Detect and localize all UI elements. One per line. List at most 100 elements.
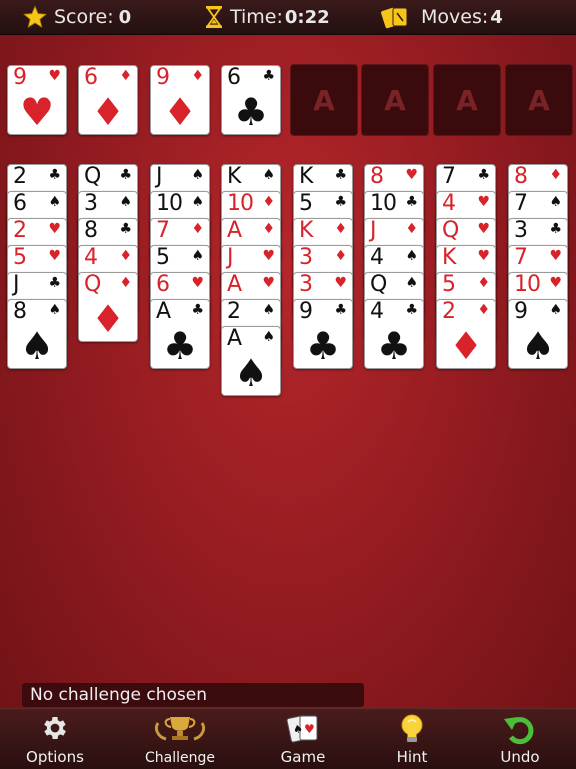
playing-card[interactable]: Q ♦ ♦: [78, 272, 138, 342]
time-value: 0:22: [284, 6, 330, 28]
card-suit-center: ♠: [520, 324, 556, 368]
card-suit-pip: ♠: [119, 194, 132, 210]
card-suit-pip: ♣: [405, 194, 418, 210]
foundation-slot[interactable]: A: [290, 64, 358, 136]
score-value: 0: [118, 6, 132, 28]
challenge-button[interactable]: Challenge: [130, 709, 230, 769]
card-rank: 5: [442, 272, 456, 297]
playing-card[interactable]: 2 ♦ ♦: [436, 299, 496, 369]
card-suit-pip: ♥: [549, 248, 562, 264]
card-rank: 4: [370, 245, 384, 270]
card-rank: 10: [370, 191, 397, 216]
challenge-label: Challenge: [145, 750, 215, 766]
options-button[interactable]: Options: [5, 709, 105, 769]
card-rank: 8: [13, 299, 27, 324]
status-bar: Score: 0 Time: 0:22 Moves: 4: [0, 0, 576, 35]
game-button[interactable]: ♠ ♥ Game: [253, 709, 353, 769]
card-rank: Q: [84, 164, 101, 189]
trophy-icon: [154, 717, 206, 741]
card-rank: K: [227, 164, 241, 189]
card-suit-center: ♦: [90, 297, 126, 341]
card-rank: J: [13, 272, 19, 297]
card-rank: 2: [13, 218, 27, 243]
card-rank: 9: [13, 65, 27, 90]
card-suit-pip: ♥: [477, 248, 490, 264]
card-rank: 5: [299, 191, 313, 216]
lightbulb-icon: [401, 714, 423, 742]
playing-card[interactable]: 9 ♣ ♣: [293, 299, 353, 369]
card-rank: A: [156, 299, 171, 324]
card-suit-pip: ♦: [477, 302, 490, 318]
card-rank: 2: [227, 299, 241, 324]
card-suit-pip: ♦: [405, 221, 418, 237]
card-suit-pip: ♦: [119, 248, 132, 264]
card-suit-pip: ♦: [477, 275, 490, 291]
game-label: Game: [280, 748, 326, 766]
card-suit-pip: ♦: [191, 221, 204, 237]
playing-card[interactable]: A ♣ ♣: [150, 299, 210, 369]
foundation-slot[interactable]: A: [433, 64, 501, 136]
card-suit-pip: ♥: [549, 275, 562, 291]
playing-card[interactable]: 9 ♥ ♥: [7, 65, 67, 135]
playing-card[interactable]: 9 ♦ ♦: [150, 65, 210, 135]
card-rank: 6: [84, 65, 98, 90]
card-suit-pip: ♣: [48, 275, 61, 291]
card-suit-center: ♠: [233, 351, 269, 395]
card-rank: A: [227, 272, 242, 297]
card-rank: 4: [370, 299, 384, 324]
card-suit-pip: ♦: [119, 68, 132, 84]
card-rank: 5: [156, 245, 170, 270]
card-suit-pip: ♣: [334, 194, 347, 210]
card-rank: 7: [156, 218, 170, 243]
card-rank: 3: [299, 245, 313, 270]
time-label: Time:: [230, 6, 283, 28]
card-rank: 8: [84, 218, 98, 243]
card-suit-center: ♦: [90, 90, 126, 134]
card-suit-pip: ♠: [405, 275, 418, 291]
card-rank: Q: [84, 272, 101, 297]
card-rank: J: [227, 245, 233, 270]
card-suit-center: ♠: [19, 324, 55, 368]
card-suit-pip: ♣: [334, 167, 347, 183]
card-suit-center: ♦: [448, 324, 484, 368]
card-rank: 6: [156, 272, 170, 297]
star-icon: [23, 5, 47, 28]
foundation-slot[interactable]: A: [505, 64, 573, 136]
card-rank: Q: [442, 218, 459, 243]
svg-text:♥: ♥: [304, 722, 315, 736]
undo-button[interactable]: Undo: [470, 709, 570, 769]
card-suit-pip: ♠: [262, 329, 275, 345]
card-rank: 8: [514, 164, 528, 189]
card-suit-pip: ♠: [262, 302, 275, 318]
card-suit-pip: ♠: [48, 302, 61, 318]
playing-card[interactable]: 6 ♣ ♣: [221, 65, 281, 135]
card-suit-center: ♣: [305, 324, 341, 368]
playing-card[interactable]: 8 ♠ ♠: [7, 299, 67, 369]
playing-card[interactable]: 4 ♣ ♣: [364, 299, 424, 369]
card-rank: K: [299, 164, 313, 189]
playing-card[interactable]: 9 ♠ ♠: [508, 299, 568, 369]
moves-label: Moves:: [421, 6, 489, 28]
card-suit-pip: ♣: [119, 221, 132, 237]
card-suit-pip: ♥: [48, 68, 61, 84]
card-suit-center: ♦: [162, 90, 198, 134]
foundation-slot[interactable]: A: [361, 64, 429, 136]
playing-card[interactable]: 6 ♦ ♦: [78, 65, 138, 135]
card-suit-center: ♣: [233, 90, 269, 134]
card-rank: 6: [227, 65, 241, 90]
card-rank: 5: [13, 245, 27, 270]
card-rank: 10: [156, 191, 183, 216]
card-suit-pip: ♣: [477, 167, 490, 183]
card-suit-pip: ♠: [549, 194, 562, 210]
challenge-status: No challenge chosen: [22, 683, 364, 707]
card-suit-pip: ♣: [405, 302, 418, 318]
moves-stat: Moves: 4: [381, 0, 503, 34]
card-suit-pip: ♦: [334, 248, 347, 264]
hint-button[interactable]: Hint: [362, 709, 462, 769]
card-rank: 2: [13, 164, 27, 189]
undo-label: Undo: [500, 748, 540, 766]
card-suit-pip: ♣: [48, 167, 61, 183]
card-suit-center: ♥: [19, 90, 55, 134]
playing-card[interactable]: A ♠ ♠: [221, 326, 281, 396]
card-rank: 10: [227, 191, 254, 216]
